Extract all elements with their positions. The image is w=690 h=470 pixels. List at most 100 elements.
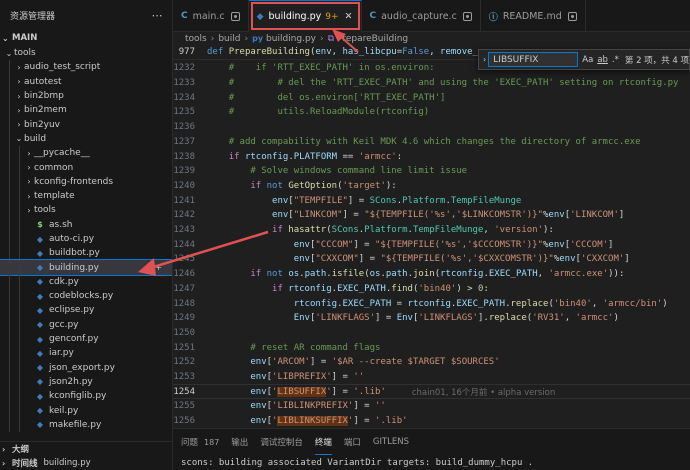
tree-item[interactable]: › bin2yuv bbox=[0, 117, 172, 132]
tree-item[interactable]: › bin2bmp bbox=[0, 88, 172, 104]
tree-item[interactable]: ◆ eclipse.py bbox=[0, 303, 172, 318]
indent-guide bbox=[19, 389, 20, 404]
code-line[interactable]: 1236 bbox=[173, 120, 690, 135]
tree-item[interactable]: › template bbox=[0, 188, 172, 204]
code-line[interactable]: 1244 env["CCCOM"] = "${TEMPFILE('%s','$C… bbox=[173, 237, 690, 252]
line-number: 1235 bbox=[173, 107, 195, 118]
outline-section-header[interactable]: › 大纲 bbox=[0, 442, 172, 456]
tree-item[interactable]: ◆ cdk.py bbox=[0, 274, 172, 290]
more-actions-icon[interactable]: ⋯ bbox=[150, 9, 164, 22]
breadcrumb-item-file[interactable]: building.py bbox=[266, 34, 316, 44]
code-line[interactable]: 1235 # utils.ReloadModule(rtconfig) bbox=[173, 105, 690, 120]
code-line[interactable]: 1247 if rtconfig.EXEC_PATH.find('bin40')… bbox=[173, 282, 690, 297]
panel-tab[interactable]: 终端 bbox=[314, 429, 332, 455]
preview-tab-icon[interactable] bbox=[230, 11, 240, 21]
line-number: 1250 bbox=[173, 327, 195, 338]
tree-item[interactable]: › __pycache__ bbox=[0, 146, 172, 161]
chevron-right-icon: › bbox=[2, 458, 6, 468]
code-line[interactable]: 1240 if not GetOption('target'): bbox=[173, 179, 690, 194]
indent-guide bbox=[9, 146, 10, 161]
indent-guide bbox=[9, 160, 10, 175]
preview-tab-icon[interactable] bbox=[462, 11, 472, 21]
tree-item[interactable]: ◆ iar.py bbox=[0, 346, 172, 361]
indent-guide bbox=[9, 346, 10, 361]
breadcrumb-item-tools[interactable]: tools bbox=[185, 34, 207, 44]
panel-tab-label: 端口 bbox=[343, 438, 361, 448]
panel-tab[interactable]: 端口 bbox=[344, 429, 361, 455]
breadcrumb-item-symbol[interactable]: PrepareBuilding bbox=[337, 34, 408, 44]
code-line[interactable]: 1253 env['LIBPREFIX'] = '' bbox=[173, 370, 690, 385]
tree-item[interactable]: $ as.sh bbox=[0, 217, 172, 232]
code-line[interactable]: 1237 # add compability with Keil MDK 4.6… bbox=[173, 135, 690, 150]
panel-tab[interactable]: GITLENS bbox=[373, 429, 409, 455]
code-line[interactable]: 1238 if rtconfig.PLATFORM == 'armcc': bbox=[173, 149, 690, 164]
tree-item[interactable]: ⌄ build bbox=[0, 131, 172, 147]
match-case-toggle[interactable]: Aa bbox=[582, 55, 593, 65]
code-line[interactable]: 1239 # Solve windows command line limit … bbox=[173, 164, 690, 179]
tree-item[interactable]: ◆ gcc.py bbox=[0, 317, 172, 332]
code-line[interactable]: 1254 env['LIBSUFFIX'] = '.lib' chain01, 1… bbox=[173, 384, 690, 400]
code-text: env['LIBLINKPREFIX'] = '' bbox=[250, 401, 386, 412]
panel-tab[interactable]: 输出 bbox=[231, 429, 248, 455]
tree-item[interactable]: ⌄ tools bbox=[0, 46, 172, 60]
panel-tab-label: 终端 bbox=[314, 437, 332, 448]
line-number: 977 bbox=[178, 46, 195, 57]
find-input[interactable] bbox=[488, 52, 579, 67]
tree-item[interactable]: ◆ keil.py bbox=[0, 403, 172, 418]
whole-word-toggle[interactable]: ab bbox=[597, 55, 608, 65]
tree-item[interactable]: › common bbox=[0, 160, 172, 175]
line-number: 1233 bbox=[173, 78, 195, 89]
code-line[interactable]: 1256 env['LIBLINKSUFFIX'] = '.lib' bbox=[173, 414, 690, 428]
close-icon[interactable]: ✕ bbox=[345, 11, 353, 22]
tree-item[interactable]: › kconfig-frontends bbox=[0, 174, 172, 189]
code-text: if not os.path.isfile(os.path.join(rtcon… bbox=[250, 269, 625, 280]
breadcrumb-item-build[interactable]: build bbox=[218, 34, 240, 44]
panel-tab[interactable]: 调试控制台 bbox=[260, 429, 303, 455]
tree-item[interactable]: ◆ genconf.py bbox=[0, 331, 172, 347]
code-line[interactable]: 1250 bbox=[173, 326, 690, 341]
workspace-section-label: MAIN bbox=[12, 33, 38, 43]
line-number: 1234 bbox=[173, 92, 195, 103]
tab-audio-capture-c[interactable]: Caudio_capture.c bbox=[362, 0, 481, 32]
tab-readme-md[interactable]: ⓘ README.md bbox=[481, 0, 586, 32]
chevron-down-icon: ⌄ bbox=[2, 33, 9, 43]
code-line[interactable]: 1255 env['LIBLINKPREFIX'] = '' bbox=[173, 399, 690, 414]
code-text: # if 'RTT_EXEC_PATH' in os.environ: bbox=[228, 63, 435, 74]
code-line[interactable]: 1251 # reset AR command flags bbox=[173, 340, 690, 355]
timeline-section-header[interactable]: › 时间线 building.py bbox=[0, 456, 172, 470]
workspace-section-header[interactable]: ⌄ MAIN bbox=[0, 30, 172, 46]
code-editor[interactable]: 977 def PrepareBuilding(env, has_libcpu=… bbox=[173, 45, 690, 428]
terminal-output[interactable]: scons: building associated VariantDir ta… bbox=[173, 455, 690, 470]
indent-guide bbox=[9, 403, 10, 418]
code-line[interactable]: 1242 env["LINKCOM"] = "${TEMPFILE('%s','… bbox=[173, 208, 690, 223]
tree-item[interactable]: ◆ building.py 9+ bbox=[0, 259, 172, 276]
code-line[interactable]: 1243 if hasattr(SCons.Platform.TempFileM… bbox=[173, 223, 690, 238]
tree-item[interactable]: › audio_test_script bbox=[0, 60, 172, 75]
code-line[interactable]: 1233 # # del the 'RTT_EXEC_PATH' and usi… bbox=[173, 76, 690, 91]
tree-item[interactable]: ◆ json_export.py bbox=[0, 360, 172, 375]
code-line[interactable]: 1248 rtconfig.EXEC_PATH = rtconfig.EXEC_… bbox=[173, 296, 690, 311]
panel-tab[interactable]: 问题 187 bbox=[181, 429, 219, 455]
code-line[interactable]: 1234 # del os.environ['RTT_EXEC_PATH'] bbox=[173, 90, 690, 105]
code-line[interactable]: 1246 if not os.path.isfile(os.path.join(… bbox=[173, 267, 690, 282]
tree-item[interactable]: ◆ buildbot.py bbox=[0, 246, 172, 261]
tree-item[interactable]: ◆ kconfiglib.py bbox=[0, 389, 172, 404]
tree-item[interactable]: ◆ json2h.py bbox=[0, 374, 172, 390]
tab-main-c[interactable]: Cmain.c bbox=[173, 0, 249, 32]
code-line[interactable]: 1241 env["TEMPFILE"] = SCons.Platform.Te… bbox=[173, 193, 690, 208]
tree-item[interactable]: › tools bbox=[0, 203, 172, 218]
tab-building-py[interactable]: ◆ building.py 9+ ✕ bbox=[248, 0, 362, 32]
tree-item[interactable]: ◆ codeblocks.py bbox=[0, 289, 172, 304]
git-blame-annotation: chain01, 16个月前 • alpha version bbox=[411, 387, 556, 398]
tree-item[interactable]: › autotest bbox=[0, 74, 172, 89]
python-file-icon: py bbox=[252, 34, 264, 43]
preview-tab-icon[interactable] bbox=[567, 11, 577, 21]
tree-item[interactable]: › bin2mem bbox=[0, 103, 172, 118]
code-line[interactable]: 1245 env["CXXCOM"] = "${TEMPFILE('%s','$… bbox=[173, 252, 690, 267]
indent-guide bbox=[19, 174, 20, 189]
code-line[interactable]: 1252 env['ARCOM'] = '$AR --create $TARGE… bbox=[173, 355, 690, 370]
tree-item[interactable]: ◆ auto-ci.py bbox=[0, 231, 172, 247]
regex-toggle[interactable]: .* bbox=[612, 55, 619, 65]
code-line[interactable]: 1249 Env['LINKFLAGS'] = Env['LINKFLAGS']… bbox=[173, 311, 690, 326]
tree-item[interactable]: ◆ makefile.py bbox=[0, 417, 172, 433]
